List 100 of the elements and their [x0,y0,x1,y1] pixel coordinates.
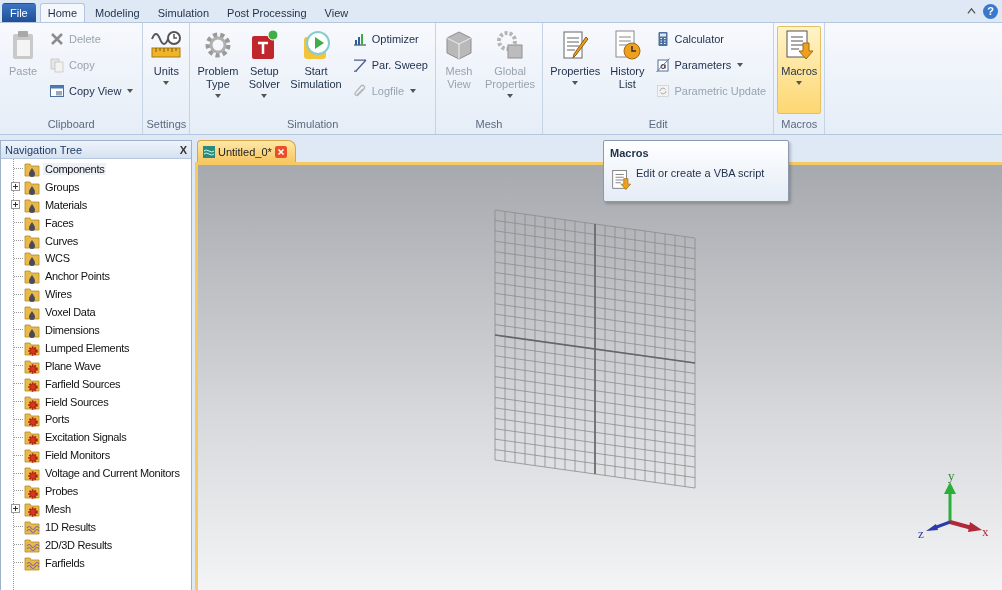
caret-icon [737,63,744,67]
tree-item[interactable]: Voltage and Current Monitors [43,467,182,480]
folder-icon [24,178,40,195]
file-menu-button[interactable]: File [2,3,36,22]
paperclip-icon [351,83,368,99]
tooltip-text: Edit or create a VBA script [636,167,765,179]
close-icon[interactable] [274,145,287,158]
ribbon-button[interactable]: Copy View [45,80,140,102]
axis-label: z [918,526,924,541]
ribbon-button[interactable]: Setup Solver [244,26,285,114]
expand-icon[interactable] [11,504,20,514]
group-label: Mesh [474,117,504,132]
ribbon-tab[interactable]: View [316,3,357,22]
caret-icon [163,81,170,85]
ribbon-tab[interactable]: Post Processing [219,3,315,22]
tree-item[interactable]: Ports [43,413,72,426]
caret-icon [127,89,134,93]
ribbon-button[interactable]: Optimizer [347,28,432,50]
folder-gear-icon [24,339,40,356]
tooltip-title: Macros [610,147,650,159]
folder-wave-icon [24,536,40,553]
folder-wave-icon [24,518,40,535]
folder-icon [24,286,40,303]
tree-item[interactable]: Wires [43,288,74,301]
tree-item[interactable]: Plane Wave [43,359,103,372]
parameter-icon [654,57,671,73]
ribbon-button[interactable]: Units [146,26,187,114]
caret-icon [572,81,579,85]
folder-gear-icon [24,393,40,410]
folder-icon [24,196,40,213]
panel-title: Navigation Tree [5,143,83,156]
ribbon-tab[interactable]: Modeling [87,3,148,22]
axis-label: x [982,524,989,539]
tree-item[interactable]: Farfields [43,556,87,569]
ribbon-button[interactable]: History List [606,26,649,114]
tree-item[interactable]: Curves [43,234,81,247]
folder-gear-icon [24,357,40,374]
cube-icon [443,29,475,61]
caret-icon [214,94,221,98]
tree-item[interactable]: 1D Results [43,520,98,533]
tree-item[interactable]: Field Monitors [43,449,112,462]
folder-icon [24,250,40,267]
document-tab[interactable]: Untitled_0* [197,140,296,162]
caret-icon [507,94,514,98]
group-label: Edit [647,117,669,132]
group-label: Settings [146,117,187,132]
tree-item[interactable]: Materials [43,198,89,211]
folder-gear-icon [24,447,40,464]
ruler-icon [150,29,183,61]
tree-item[interactable]: Probes [43,484,81,497]
folder-gear-icon [24,411,40,428]
tab-label: Untitled_0* [218,145,272,158]
folder-icon [24,214,40,231]
ribbon-button[interactable]: Calculator [650,28,771,50]
expand-icon[interactable] [11,182,20,192]
window-icon [49,83,65,99]
expand-icon[interactable] [11,200,20,210]
folder-wave-icon [24,554,40,571]
ribbon-tab[interactable]: Home [39,3,86,22]
tree-item[interactable]: Dimensions [43,323,102,336]
group-label: Simulation [286,117,340,132]
macro-icon [783,29,816,61]
macro-icon [610,167,632,193]
help-button[interactable]: ? [983,4,998,19]
tree-item[interactable]: Faces [43,216,76,229]
ribbon-button[interactable]: Start Simulation [286,26,346,114]
close-button[interactable]: X [179,143,187,156]
folder-gear-icon [24,429,40,446]
wave-icon [203,145,215,158]
collapse-ribbon-icon[interactable] [967,7,976,16]
folder-icon [24,321,40,338]
tree-item[interactable]: Voxel Data [43,306,98,319]
tree-item[interactable]: Field Sources [43,395,111,408]
tree-item[interactable]: 2D/3D Results [43,538,114,551]
group-label: Macros [780,117,819,132]
ribbon-button[interactable]: Problem Type [193,26,243,114]
folder-gear-icon [24,482,40,499]
delete-icon [49,31,65,47]
folder-gear-icon [24,375,40,392]
tree-item[interactable]: Mesh [43,502,73,515]
ribbon-button[interactable]: Macros [777,26,822,114]
tree-item[interactable]: Groups [43,180,82,193]
tree-item[interactable]: WCS [43,252,72,265]
ribbon-button[interactable]: Properties [546,26,605,114]
ribbon-button[interactable]: Parameters [650,54,771,76]
tree-item[interactable]: Excitation Signals [43,431,129,444]
tree-item[interactable]: Components [43,162,107,175]
folder-icon [24,160,40,177]
tree-item[interactable]: Anchor Points [43,270,112,283]
update-icon [654,83,671,99]
folder-icon [24,304,40,321]
tree-item[interactable]: Farfield Sources [43,377,123,390]
caret-icon [410,89,417,93]
ribbon-tab[interactable]: Simulation [149,3,218,22]
ribbon-button[interactable]: Par. Sweep [347,54,432,76]
axes-drawing [926,482,982,532]
tree-item[interactable]: Lumped Elements [43,341,132,354]
folder-icon [24,232,40,249]
caret-icon [796,81,803,85]
group-label: Clipboard [46,117,96,132]
